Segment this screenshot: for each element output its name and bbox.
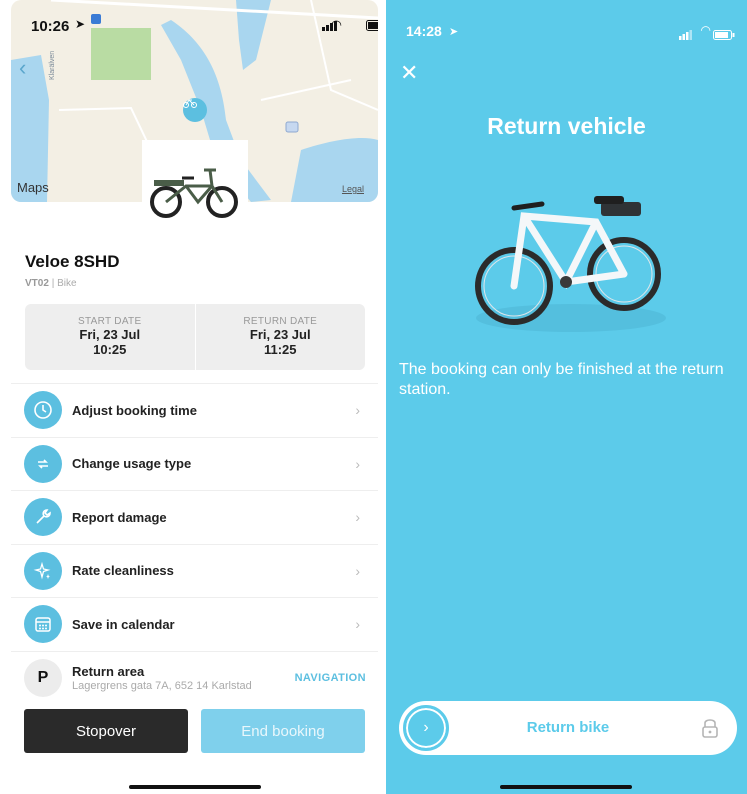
vehicle-thumbnail (142, 140, 248, 228)
menu-item-label: Report damage (72, 509, 167, 525)
clock-icon (24, 391, 62, 430)
legal-link[interactable]: Legal (342, 184, 364, 194)
vehicle-name: Veloe 8SHD (25, 252, 120, 271)
chevron-right-icon: › (355, 402, 360, 419)
vehicle-code: VT02 (25, 278, 49, 289)
return-date-label: RETURN DATE (243, 316, 318, 327)
chevron-right-icon: › (355, 509, 360, 526)
menu-item-rate-cleanliness[interactable]: Rate cleanliness › (11, 543, 378, 598)
return-area-label: Return area (72, 663, 145, 679)
return-time-value: 11:25 (263, 342, 297, 357)
wrench-icon (24, 498, 62, 537)
location-arrow-icon: ➤ (75, 17, 86, 31)
start-date-column: START DATE Fri, 23 Jul 10:25 (25, 304, 195, 370)
ebike-icon (475, 196, 666, 332)
menu-item-label: Change usage type (72, 456, 192, 472)
booking-details-screen: 10:26 ➤ ◠ ‹ Klarälven Maps Legal Veloe 8… (11, 0, 378, 794)
calendar-icon (24, 605, 62, 644)
stopover-button[interactable]: Stopover (24, 709, 188, 753)
chevron-right-icon: › (355, 616, 360, 633)
return-area-row: P Return area Lagergrens gata 7A, 652 14… (11, 650, 378, 705)
parking-icon: P (24, 658, 62, 697)
return-date-column: RETURN DATE Fri, 23 Jul 11:25 (194, 304, 366, 370)
bike-pin-icon[interactable] (183, 98, 207, 122)
vehicle-code-separator: | (51, 278, 55, 289)
status-time: 10:26 (31, 18, 70, 35)
signal-icon (679, 27, 693, 45)
sparkle-icon (24, 551, 62, 590)
lock-icon (701, 717, 719, 744)
return-date-value: Fri, 23 Jul (249, 327, 311, 342)
chevron-right-icon: › (355, 562, 360, 579)
close-icon[interactable]: ✕ (400, 60, 418, 86)
apple-maps-logo: Maps (17, 180, 49, 195)
start-date-label: START DATE (78, 316, 142, 327)
menu-item-label: Adjust booking time (72, 402, 197, 418)
status-bar: 10:26 ➤ ◠ (11, 14, 378, 38)
end-booking-button[interactable]: End booking (201, 709, 365, 753)
return-message: The booking can only be finished at the … (399, 361, 724, 398)
menu-item-change-usage-type[interactable]: Change usage type › (11, 436, 378, 491)
wifi-icon: ◠ (700, 23, 711, 37)
parking-badge-icon (91, 14, 101, 24)
start-date-value: Fri, 23 Jul (79, 327, 141, 342)
screen-title: Return vehicle (487, 113, 646, 139)
return-area-address: Lagergrens gata 7A, 652 14 Karlstad (72, 679, 252, 692)
home-indicator[interactable] (500, 785, 632, 789)
back-chevron-icon[interactable]: ‹ (19, 55, 26, 81)
return-vehicle-screen: 14:28 ➤ ◠ ✕ Return vehicle The booking c… (386, 0, 747, 794)
wifi-icon: ◠ (330, 17, 342, 32)
river-label: Klarälven (49, 50, 56, 80)
swap-icon (24, 444, 62, 483)
chevron-right-icon: › (355, 455, 360, 472)
battery-icon (713, 27, 735, 45)
menu-item-adjust-booking-time[interactable]: Adjust booking time › (11, 383, 378, 437)
ebike-illustration (466, 178, 676, 338)
vehicle-type: Bike (57, 278, 77, 289)
menu-item-label: Save in calendar (72, 616, 175, 632)
status-time: 14:28 (406, 23, 442, 39)
menu-item-label: Rate cleanliness (72, 563, 174, 579)
screenshot-root: 10:26 ➤ ◠ ‹ Klarälven Maps Legal Veloe 8… (0, 0, 747, 794)
vehicle-code-line: VT02 | Bike (25, 278, 77, 289)
location-arrow-icon: ➤ (449, 26, 459, 38)
menu-item-report-damage[interactable]: Report damage › (11, 490, 378, 544)
start-time-value: 10:25 (93, 342, 127, 357)
navigation-link[interactable]: NAVIGATION (295, 672, 366, 684)
slider-label: Return bike (526, 719, 610, 736)
menu-item-save-in-calendar[interactable]: Save in calendar › (11, 597, 378, 651)
cargo-bike-icon (150, 168, 238, 218)
maps-text: Maps (17, 180, 49, 195)
return-bike-slider[interactable]: › Return bike (399, 701, 737, 755)
booking-actions-list: Adjust booking time › Change usage type … (11, 383, 378, 704)
booking-dates-card: START DATE Fri, 23 Jul 10:25 RETURN DATE… (25, 304, 365, 370)
home-indicator[interactable] (129, 785, 261, 789)
